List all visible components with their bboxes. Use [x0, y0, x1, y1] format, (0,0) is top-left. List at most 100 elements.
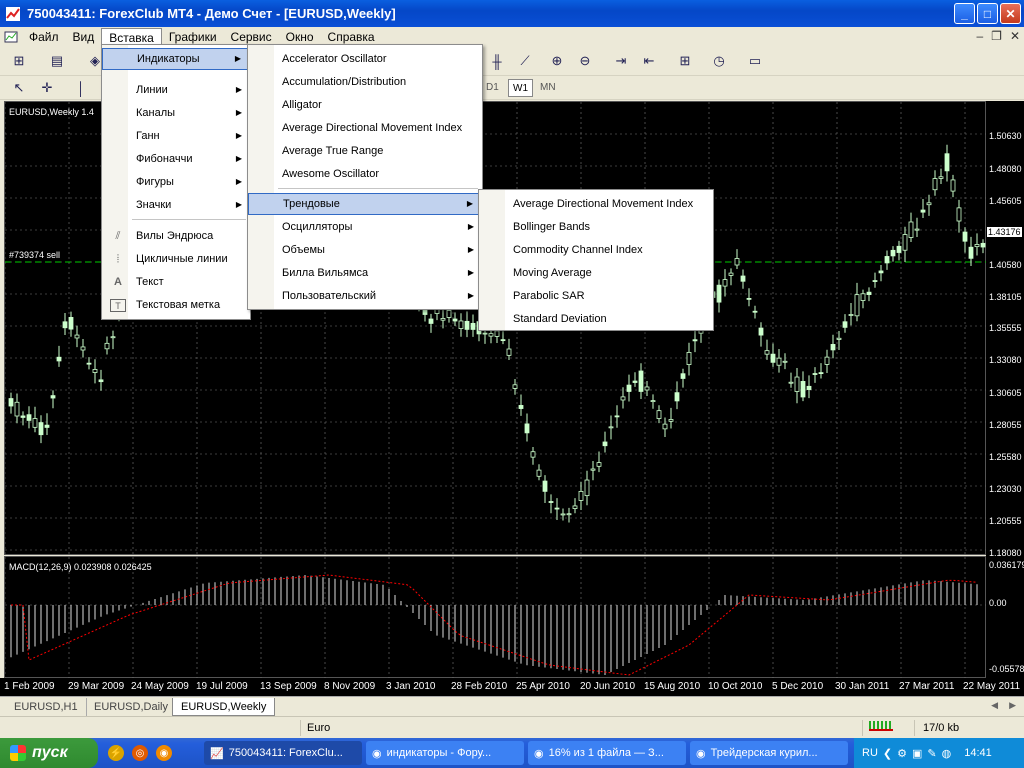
profiles-icon[interactable]: ▤	[46, 50, 68, 72]
menu-item-bollinger[interactable]: Bollinger Bands	[479, 216, 713, 238]
scroll-left-icon[interactable]: ◀	[991, 700, 998, 711]
menu-item-cycle-lines[interactable]: ⦙ Цикличные линии	[102, 248, 250, 270]
candlesticks-icon[interactable]: ╫	[486, 50, 508, 72]
menu-item-trend[interactable]: Трендовые ▶	[248, 193, 482, 215]
text-icon: A	[114, 276, 122, 288]
task-metatrader[interactable]: 📈 750043411: ForexClu...	[204, 741, 362, 765]
vertical-line-icon[interactable]: │	[70, 77, 92, 99]
mdi-minimize-icon[interactable]: –	[976, 29, 983, 43]
candle-body	[560, 513, 566, 516]
tab-eurusd-weekly[interactable]: EURUSD,Weekly	[172, 698, 276, 716]
menu-item-accumulation[interactable]: Accumulation/Distribution	[248, 71, 482, 93]
candle-body	[806, 385, 812, 390]
task-download[interactable]: ◉ 16% из 1 файла — З...	[528, 741, 686, 765]
firefox-icon: ◉	[696, 747, 706, 760]
tray-network-icon[interactable]: ▣	[912, 747, 922, 760]
candle-body	[758, 327, 764, 336]
menu-item-shapes[interactable]: Фигуры ▶	[102, 171, 250, 193]
candle-body	[626, 384, 632, 392]
menu-item-trend-adx[interactable]: Average Directional Movement Index	[479, 193, 713, 215]
menu-item-moving-average[interactable]: Moving Average	[479, 262, 713, 284]
menu-item-adx[interactable]: Average Directional Movement Index	[248, 117, 482, 139]
scroll-right-icon[interactable]: ▶	[1009, 700, 1016, 711]
candle-body	[878, 270, 884, 274]
zoom-out-icon[interactable]: ⊖	[574, 50, 596, 72]
autoscroll-icon[interactable]: ⇥	[610, 50, 632, 72]
text-label-icon: T	[110, 299, 126, 312]
zoom-in-icon[interactable]: ⊕	[546, 50, 568, 72]
date-label: 28 Feb 2010	[451, 681, 508, 692]
new-chart-icon[interactable]: ⊞	[8, 50, 30, 72]
task-traders[interactable]: ◉ Трейдерская курил...	[690, 741, 848, 765]
candle-body	[644, 386, 650, 391]
quick-launch-firefox-icon[interactable]: ◉	[156, 745, 172, 761]
menu-item-awesome[interactable]: Awesome Oscillator	[248, 163, 482, 185]
timeframe-w1[interactable]: W1	[508, 79, 533, 97]
menu-item-accelerator[interactable]: Accelerator Oscillator	[248, 48, 482, 70]
menu-item-gann[interactable]: Ганн ▶	[102, 125, 250, 147]
close-button[interactable]: ✕	[1000, 3, 1021, 24]
menu-file[interactable]: Файл	[22, 28, 66, 46]
macd-subwindow[interactable]: MACD(12,26,9) 0.023908 0.026425	[4, 556, 987, 679]
tab-eurusd-daily[interactable]: EURUSD,Daily	[86, 698, 177, 716]
minimize-button[interactable]: _	[954, 3, 975, 24]
menu-item-std-dev[interactable]: Standard Deviation	[479, 308, 713, 330]
line-chart-icon[interactable]: ⟋	[514, 50, 536, 72]
candle-body	[578, 490, 584, 501]
candle-body	[788, 381, 794, 384]
candle-body	[794, 376, 800, 392]
tray-icon[interactable]: ◍	[942, 747, 952, 760]
quick-launch-opera-icon[interactable]: ◎	[132, 745, 148, 761]
menu-view[interactable]: Вид	[66, 28, 102, 46]
menu-item-channels[interactable]: Каналы ▶	[102, 102, 250, 124]
system-tray: RU ❮ ⚙ ▣ ✎ ◍ 14:41	[854, 738, 1024, 768]
timeframe-mn[interactable]: MN	[536, 79, 560, 97]
candle-body	[656, 410, 662, 419]
tray-icon[interactable]: ✎	[927, 747, 936, 760]
cursor-icon[interactable]: ↖	[8, 77, 30, 99]
crosshair-icon[interactable]: ✛	[36, 77, 58, 99]
candle-body	[722, 279, 728, 287]
candle-body	[44, 424, 50, 428]
candle-body	[836, 337, 842, 340]
mdi-restore-icon[interactable]: ❐	[991, 29, 1002, 43]
menu-item-custom[interactable]: Пользовательский ▶	[248, 285, 482, 307]
tray-arrow-icon[interactable]: ❮	[883, 747, 892, 760]
chart-shift-icon[interactable]: ⇤	[638, 50, 660, 72]
menu-item-indicators[interactable]: Индикаторы ▶	[102, 48, 250, 70]
mdi-close-icon[interactable]: ✕	[1010, 29, 1020, 43]
menu-item-lines[interactable]: Линии ▶	[102, 79, 250, 101]
menu-item-volumes[interactable]: Объемы ▶	[248, 239, 482, 261]
price-label: 1.28055	[989, 420, 1022, 430]
language-indicator[interactable]: RU	[862, 747, 878, 759]
menu-item-parabolic-sar[interactable]: Parabolic SAR	[479, 285, 713, 307]
timeframe-d1[interactable]: D1	[482, 79, 503, 97]
candle-body	[26, 414, 32, 421]
menu-item-oscillators[interactable]: Осцилляторы ▶	[248, 216, 482, 238]
task-forum[interactable]: ◉ индикаторы - Фору...	[366, 741, 524, 765]
menu-item-text[interactable]: A Текст	[102, 271, 250, 293]
tray-icon[interactable]: ⚙	[897, 747, 907, 760]
menu-item-cci[interactable]: Commodity Channel Index	[479, 239, 713, 261]
trend-submenu: Average Directional Movement Index Bolli…	[478, 189, 714, 331]
menu-item-arrows[interactable]: Значки ▶	[102, 194, 250, 216]
candle-body	[968, 246, 974, 259]
maximize-button[interactable]: □	[977, 3, 998, 24]
menu-item-fibonacci[interactable]: Фибоначчи ▶	[102, 148, 250, 170]
macd-scale-label: 0.036179	[989, 560, 1024, 570]
templates-icon[interactable]: ▭	[744, 50, 766, 72]
menu-item-bill-williams[interactable]: Билла Вильямса ▶	[248, 262, 482, 284]
candle-body	[830, 344, 836, 351]
chart-window-icon[interactable]	[0, 27, 22, 47]
menu-item-andrews-pitchfork[interactable]: ⫽ Вилы Эндрюса	[102, 225, 250, 247]
indicators-icon[interactable]: ⊞	[674, 50, 696, 72]
quick-launch-icon[interactable]: ⚡	[108, 745, 124, 761]
menu-item-text-label[interactable]: T Текстовая метка	[102, 294, 250, 316]
chart-tabs: EURUSD,H1 EURUSD,Daily EURUSD,Weekly ◀ ▶	[0, 696, 1024, 716]
start-button[interactable]: пуск	[0, 738, 98, 768]
tab-eurusd-h1[interactable]: EURUSD,H1	[6, 698, 87, 716]
periods-icon[interactable]: ◷	[708, 50, 730, 72]
candle-body	[908, 221, 914, 238]
menu-item-atr[interactable]: Average True Range	[248, 140, 482, 162]
menu-item-alligator[interactable]: Alligator	[248, 94, 482, 116]
